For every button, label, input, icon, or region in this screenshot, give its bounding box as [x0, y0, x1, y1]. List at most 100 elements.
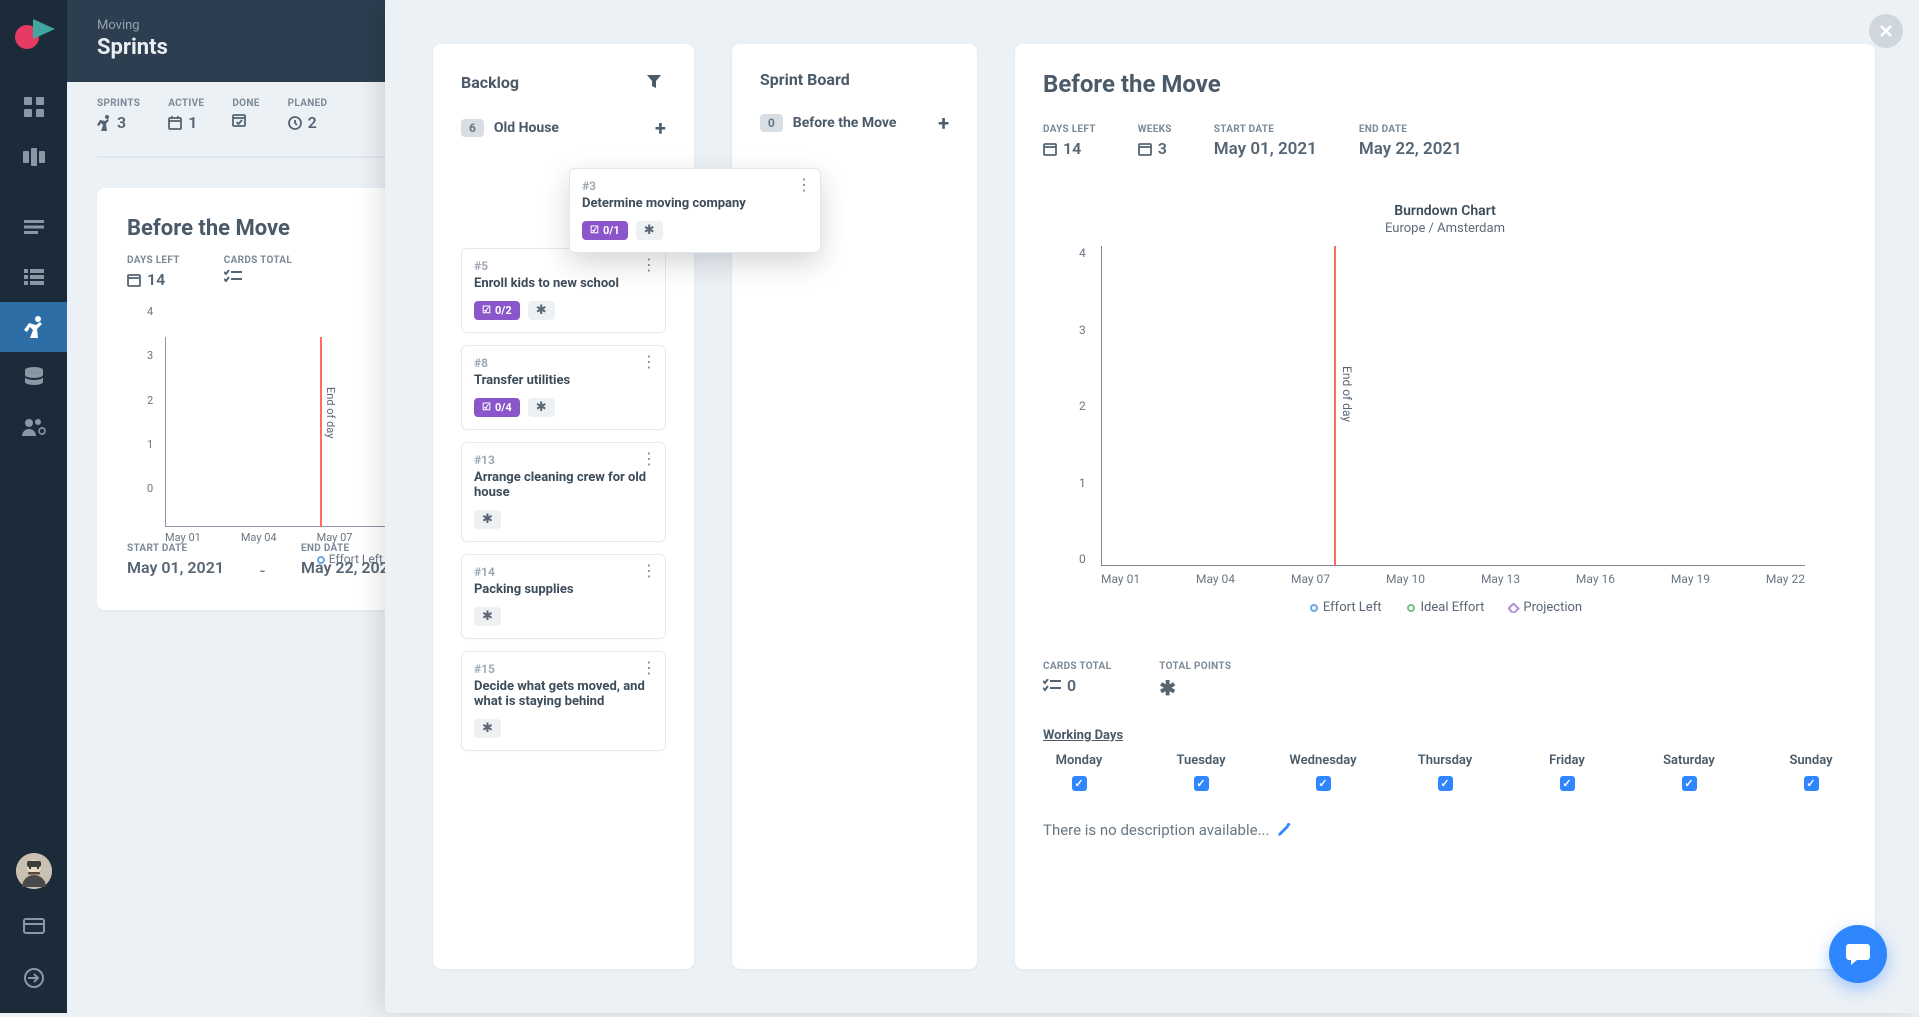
- nav-team[interactable]: [0, 402, 67, 452]
- close-button[interactable]: [1869, 14, 1903, 48]
- nav-list[interactable]: [0, 252, 67, 302]
- sprint-detail-panel: Before the Move DAYS LEFT 14 WEEKS 3 STA…: [1015, 44, 1875, 969]
- calendar-icon: [127, 273, 141, 287]
- backlog-card[interactable]: ⋮ #13 Arrange cleaning crew for old hous…: [461, 442, 666, 542]
- star-badge: ✱: [528, 301, 555, 320]
- secondary-sidebar: Moving Sprints SPRINTS 3 ACTIVE 1 DONE P…: [67, 0, 385, 1013]
- card-menu-button[interactable]: ⋮: [641, 354, 657, 370]
- detail-title: Before the Move: [1043, 70, 1847, 98]
- edit-description-button[interactable]: [1277, 823, 1291, 837]
- sprint-name: Before the Move: [127, 216, 385, 241]
- tasks-badge: ☑0/1: [582, 221, 628, 240]
- metric-label: PLANED: [288, 98, 328, 109]
- card-title: Transfer utilities: [474, 373, 653, 388]
- metric-label: ACTIVE: [168, 98, 204, 109]
- description-placeholder: There is no description available...: [1043, 821, 1269, 839]
- chart-legend: Effort Left Ideal Effort Projection: [1065, 600, 1825, 615]
- backlog-card[interactable]: ⋮ #8 Transfer utilities ☑0/4 ✱: [461, 345, 666, 430]
- checklist-icon: [224, 270, 242, 284]
- metric-label: SPRINTS: [97, 98, 140, 109]
- running-icon: [97, 115, 111, 131]
- nav-database[interactable]: [0, 352, 67, 402]
- card-menu-button[interactable]: ⋮: [796, 177, 812, 193]
- card-title: Determine moving company: [582, 196, 808, 211]
- star-badge: ✱: [636, 221, 663, 240]
- day-checkbox[interactable]: [1682, 776, 1697, 791]
- metric-label: DONE: [232, 98, 259, 109]
- card-title: Decide what gets moved, and what is stay…: [474, 679, 653, 709]
- tasks-badge: ☑0/4: [474, 398, 520, 417]
- pencil-icon: [1277, 823, 1291, 837]
- summary-metrics: SPRINTS 3 ACTIVE 1 DONE PLANED 2: [97, 98, 385, 158]
- day-checkbox[interactable]: [1804, 776, 1819, 791]
- backlog-card[interactable]: ⋮ #5 Enroll kids to new school ☑0/2 ✱: [461, 248, 666, 333]
- checklist-icon: [1043, 679, 1061, 693]
- page-title: Sprints: [97, 35, 355, 60]
- card-menu-button[interactable]: ⋮: [641, 451, 657, 467]
- backlog-title: Backlog: [461, 73, 519, 92]
- working-days-row: Monday Tuesday Wednesday Thursday Friday…: [1043, 753, 1847, 791]
- calendar-icon: [1138, 142, 1152, 156]
- sprint-detail-overlay: Backlog 6 Old House + ⋮ #3 Determine mov…: [385, 0, 1919, 1013]
- chat-icon: [1845, 942, 1871, 966]
- day-checkbox[interactable]: [1560, 776, 1575, 791]
- day-checkbox[interactable]: [1438, 776, 1453, 791]
- close-icon: [1879, 24, 1893, 38]
- star-badge: ✱: [474, 607, 501, 626]
- nav-dashboard[interactable]: [0, 82, 67, 132]
- backlog-group-header[interactable]: 6 Old House +: [461, 116, 666, 140]
- tasks-badge: ☑0/2: [474, 301, 520, 320]
- nav-boards[interactable]: [0, 132, 67, 182]
- nav-lines[interactable]: [0, 202, 67, 252]
- card-id: #15: [474, 662, 653, 676]
- card-id: #14: [474, 565, 653, 579]
- calendar-icon: [168, 116, 182, 130]
- app-logo[interactable]: [13, 12, 55, 54]
- working-days-title: Working Days: [1043, 728, 1847, 743]
- mini-burndown-chart: Burndown Europe 43210 End of day May 01 …: [157, 305, 385, 525]
- card-id: #5: [474, 259, 653, 273]
- calendar-check-icon: [232, 113, 246, 127]
- nav-sprints[interactable]: [0, 302, 67, 352]
- filter-button[interactable]: [642, 70, 666, 94]
- card-id: #8: [474, 356, 653, 370]
- card-title: Arrange cleaning crew for old house: [474, 470, 653, 500]
- card-title: Packing supplies: [474, 582, 653, 597]
- day-checkbox[interactable]: [1194, 776, 1209, 791]
- day-checkbox[interactable]: [1072, 776, 1087, 791]
- nav-logout[interactable]: [0, 963, 67, 993]
- backlog-card-dragging[interactable]: ⋮ #3 Determine moving company ☑0/1 ✱: [569, 168, 821, 253]
- chat-fab[interactable]: [1829, 925, 1887, 983]
- sprint-summary-card[interactable]: Before the Move DAYS LEFT 14 CARDS TOTAL…: [97, 188, 385, 610]
- backlog-card[interactable]: ⋮ #15 Decide what gets moved, and what i…: [461, 651, 666, 751]
- group-count-badge: 0: [760, 114, 783, 132]
- card-menu-button[interactable]: ⋮: [641, 563, 657, 579]
- card-menu-button[interactable]: ⋮: [641, 660, 657, 676]
- star-badge: ✱: [474, 510, 501, 529]
- project-name: Moving: [97, 18, 355, 33]
- add-card-button[interactable]: +: [938, 111, 949, 135]
- calendar-icon: [1043, 142, 1057, 156]
- star-badge: ✱: [474, 719, 501, 738]
- today-label: End of day: [1340, 366, 1354, 422]
- add-card-button[interactable]: +: [655, 116, 666, 140]
- card-menu-button[interactable]: ⋮: [641, 257, 657, 273]
- sprint-group-header[interactable]: 0 Before the Move +: [760, 111, 949, 135]
- group-count-badge: 6: [461, 119, 484, 137]
- nav-billing[interactable]: [0, 911, 67, 941]
- day-checkbox[interactable]: [1316, 776, 1331, 791]
- card-id: #3: [582, 179, 808, 193]
- user-avatar[interactable]: [16, 853, 52, 889]
- backlog-card[interactable]: ⋮ #14 Packing supplies ✱: [461, 554, 666, 639]
- star-badge: ✱: [528, 398, 555, 417]
- card-title: Enroll kids to new school: [474, 276, 653, 291]
- burndown-chart: Burndown Chart Europe / Amsterdam 4 3 2 …: [1043, 185, 1847, 633]
- nav-rail: [0, 0, 67, 1013]
- backlog-panel: Backlog 6 Old House + ⋮ #3 Determine mov…: [433, 44, 694, 969]
- card-id: #13: [474, 453, 653, 467]
- group-name: Old House: [494, 120, 645, 136]
- sprint-board-title: Sprint Board: [760, 70, 850, 89]
- clock-icon: [288, 116, 302, 130]
- today-marker: [1334, 246, 1336, 566]
- group-name: Before the Move: [793, 115, 928, 131]
